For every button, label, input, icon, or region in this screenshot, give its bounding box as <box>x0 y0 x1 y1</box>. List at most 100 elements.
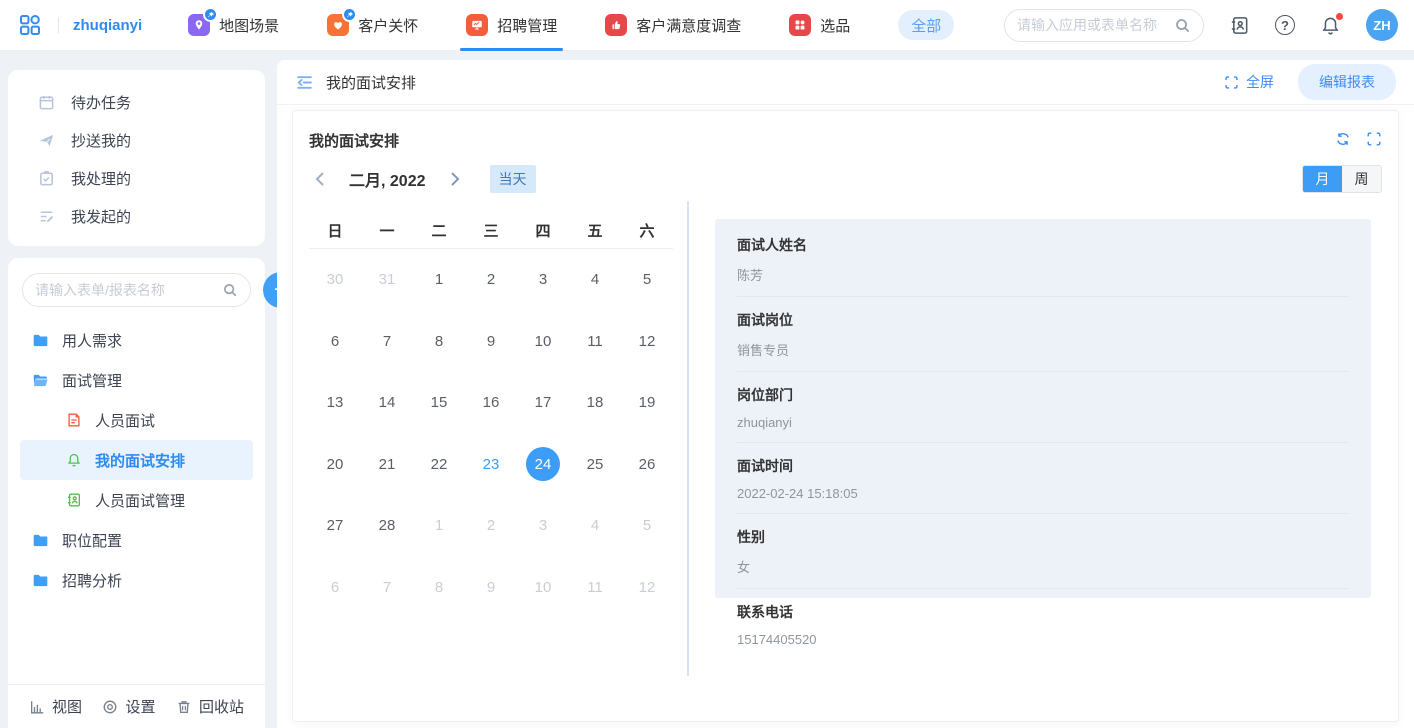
field-label: 面试人姓名 <box>737 235 1349 255</box>
settings-button[interactable]: 设置 <box>102 696 155 717</box>
calendar-day[interactable]: 19 <box>621 372 673 434</box>
calendar-day[interactable]: 11 <box>569 557 621 619</box>
tree-folder-hiring-needs[interactable]: 用人需求 <box>20 320 253 360</box>
field-value: 销售专员 <box>737 340 1349 359</box>
app-tab-recruitment[interactable]: 招聘管理 <box>464 0 559 51</box>
tree-item-personnel-interview-management[interactable]: 人员面试管理 <box>20 480 253 520</box>
calendar-day[interactable]: 14 <box>361 372 413 434</box>
tree-label: 人员面试 <box>95 410 155 431</box>
calendar-day[interactable]: 12 <box>621 311 673 373</box>
calendar-day[interactable]: 2 <box>465 249 517 311</box>
sidebar-item-initiated-by-me[interactable]: 我发起的 <box>8 197 265 235</box>
prev-month-icon[interactable] <box>309 168 331 190</box>
calendar-day[interactable]: 7 <box>361 311 413 373</box>
bell-icon[interactable] <box>1320 15 1341 36</box>
field-label: 性别 <box>737 527 1349 547</box>
calendar-day[interactable]: 5 <box>621 249 673 311</box>
calendar-day[interactable]: 4 <box>569 249 621 311</box>
bell-report-icon <box>66 452 82 468</box>
month-view-button[interactable]: 月 <box>1303 166 1342 192</box>
next-month-icon[interactable] <box>444 168 466 190</box>
recycle-bin-button[interactable]: 回收站 <box>176 696 244 717</box>
app-tab-product-selection[interactable]: 选品 <box>787 0 852 51</box>
calendar-day[interactable]: 2 <box>465 495 517 557</box>
calendar-day[interactable]: 8 <box>413 557 465 619</box>
monitor-chart-app-icon <box>466 14 488 36</box>
calendar-day[interactable]: 20 <box>309 434 361 496</box>
sidebar-item-todo-tasks[interactable]: 待办任务 <box>8 83 265 121</box>
calendar-day[interactable]: 9 <box>465 557 517 619</box>
global-search-input[interactable] <box>1017 17 1168 33</box>
calendar-day[interactable]: 22 <box>413 434 465 496</box>
calendar-day[interactable]: 17 <box>517 372 569 434</box>
form-search-input[interactable] <box>35 282 216 298</box>
sidebar-item-handled-by-me[interactable]: 我处理的 <box>8 159 265 197</box>
calendar-day-today[interactable]: 23 <box>465 434 517 496</box>
page-title: 我的面试安排 <box>326 72 416 93</box>
calendar-day[interactable]: 10 <box>517 557 569 619</box>
global-search[interactable] <box>1004 9 1204 42</box>
calendar-day[interactable]: 28 <box>361 495 413 557</box>
calendar: 日 一 二 三 四 五 六 30 31 1 2 3 4 5 6 7 8 9 10 <box>309 213 673 618</box>
calendar-day[interactable]: 1 <box>413 495 465 557</box>
calendar-day[interactable]: 27 <box>309 495 361 557</box>
calendar-day[interactable]: 11 <box>569 311 621 373</box>
weekday-header: 日 一 二 三 四 五 六 <box>309 213 673 249</box>
calendar-day[interactable]: 4 <box>569 495 621 557</box>
calendar-day[interactable]: 1 <box>413 249 465 311</box>
tree-folder-interview-management[interactable]: 面试管理 <box>20 360 253 400</box>
calendar-day[interactable]: 7 <box>361 557 413 619</box>
calendar-day[interactable]: 13 <box>309 372 361 434</box>
calendar-day[interactable]: 26 <box>621 434 673 496</box>
calendar-day[interactable]: 31 <box>361 249 413 311</box>
dates-grid: 30 31 1 2 3 4 5 6 7 8 9 10 11 12 13 14 1… <box>309 249 673 618</box>
sidebar-item-cc-to-me[interactable]: 抄送我的 <box>8 121 265 159</box>
avatar[interactable]: ZH <box>1366 9 1398 41</box>
tree-folder-recruitment-analysis[interactable]: 招聘分析 <box>20 560 253 600</box>
calendar-day[interactable]: 12 <box>621 557 673 619</box>
week-view-button[interactable]: 周 <box>1342 166 1381 192</box>
tree-folder-position-config[interactable]: 职位配置 <box>20 520 253 560</box>
calendar-day[interactable]: 6 <box>309 311 361 373</box>
calendar-day[interactable]: 18 <box>569 372 621 434</box>
calendar-day-selected[interactable]: 24 <box>517 434 569 496</box>
calendar-day[interactable]: 16 <box>465 372 517 434</box>
footer-label: 回收站 <box>199 696 244 717</box>
all-apps-button[interactable]: 全部 <box>898 10 954 40</box>
tree-item-my-interview-schedule[interactable]: 我的面试安排 <box>20 440 253 480</box>
weekday: 六 <box>621 213 673 248</box>
detail-field-phone: 联系电话 15174405520 <box>737 589 1349 659</box>
calendar-day[interactable]: 3 <box>517 249 569 311</box>
expand-icon[interactable] <box>1366 131 1382 147</box>
calendar-day[interactable]: 8 <box>413 311 465 373</box>
calendar-day[interactable]: 9 <box>465 311 517 373</box>
refresh-icon[interactable] <box>1335 131 1351 147</box>
calendar-day[interactable]: 25 <box>569 434 621 496</box>
send-icon <box>38 132 55 149</box>
collapse-sidebar-icon[interactable] <box>295 73 314 92</box>
app-tab-satisfaction-survey[interactable]: 客户满意度调查 <box>603 0 743 51</box>
today-button[interactable]: 当天 <box>490 165 536 193</box>
app-tab-customer-care[interactable]: 客户关怀 <box>325 0 420 51</box>
calendar-day[interactable]: 3 <box>517 495 569 557</box>
calendar-day[interactable]: 15 <box>413 372 465 434</box>
tree-item-personnel-interview[interactable]: 人员面试 <box>20 400 253 440</box>
calendar-day[interactable]: 5 <box>621 495 673 557</box>
sidebar-quick-card: 待办任务 抄送我的 我处理的 我发起的 <box>8 70 265 246</box>
calendar-day[interactable]: 21 <box>361 434 413 496</box>
calendar-day[interactable]: 10 <box>517 311 569 373</box>
topbar-right: ? ZH <box>1004 9 1398 42</box>
tree-label: 面试管理 <box>62 370 122 391</box>
workspace-grid-logo-icon[interactable] <box>16 11 44 39</box>
form-search[interactable] <box>22 273 251 307</box>
fullscreen-button[interactable]: 全屏 <box>1224 72 1274 92</box>
calendar-day[interactable]: 30 <box>309 249 361 311</box>
app-tab-map-scene[interactable]: 地图场景 <box>186 0 281 51</box>
edit-report-button[interactable]: 编辑报表 <box>1298 64 1396 100</box>
calendar-day[interactable]: 6 <box>309 557 361 619</box>
address-book-icon[interactable] <box>1229 15 1250 36</box>
help-icon[interactable]: ? <box>1275 15 1295 35</box>
workspace-name[interactable]: zhuqianyi <box>73 17 142 34</box>
views-button[interactable]: 视图 <box>29 696 82 717</box>
settings-icon <box>102 699 118 715</box>
